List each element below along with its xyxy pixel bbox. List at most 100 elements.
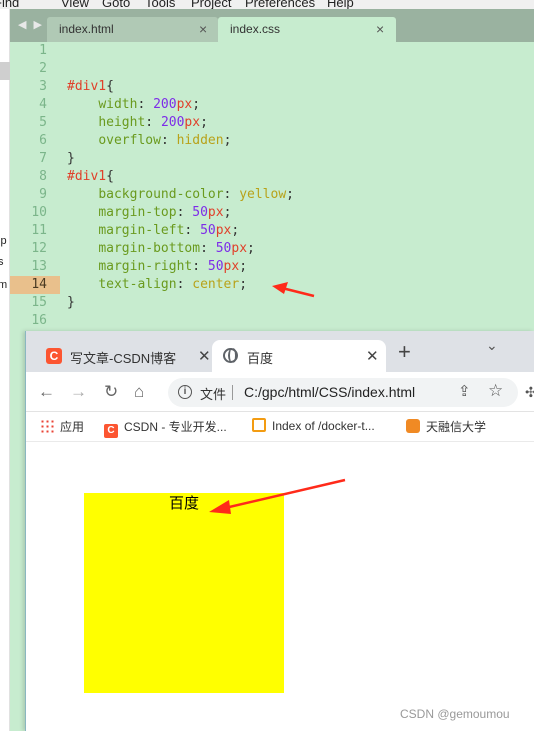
css-property: overflow xyxy=(98,133,161,148)
line-number: 8 xyxy=(39,169,47,184)
url-text[interactable]: C:/gpc/html/CSS/index.html xyxy=(244,384,415,400)
css-semicolon: ; xyxy=(239,277,248,292)
close-icon[interactable]: ✕ xyxy=(198,347,211,365)
menu-item-find[interactable]: Find xyxy=(0,0,19,9)
sidebar-fragment-m[interactable]: m xyxy=(0,279,7,291)
star-icon[interactable]: ☆ xyxy=(488,381,503,401)
css-semicolon: ; xyxy=(200,115,208,130)
bookmark-docker[interactable]: Index of /docker-t... xyxy=(252,418,375,433)
css-colon: : xyxy=(200,241,216,256)
css-semicolon: ; xyxy=(223,133,232,148)
css-colon: : xyxy=(192,259,208,274)
browser-tab-label: 写文章-CSDN博客 xyxy=(70,351,177,366)
tianrongxin-icon xyxy=(406,419,420,433)
css-property: background-color xyxy=(98,187,224,202)
code-line[interactable]: 4 width: 200px; xyxy=(10,96,534,114)
extensions-icon[interactable]: ✣ xyxy=(525,384,534,401)
css-property: text-align xyxy=(98,277,177,292)
line-number: 5 xyxy=(39,115,47,130)
menu-item-view[interactable]: View xyxy=(61,0,89,9)
code-line[interactable]: 5 height: 200px; xyxy=(10,114,534,132)
tab-index-css[interactable]: index.css × xyxy=(218,17,396,42)
scheme-label: 文件 xyxy=(200,387,227,402)
sidebar-highlight xyxy=(0,62,10,80)
css-semicolon: ; xyxy=(192,97,201,112)
bookmark-tianrongxin[interactable]: 天融信大学 xyxy=(406,418,486,435)
chevron-down-icon[interactable]: ⌄ xyxy=(486,337,498,354)
bookmark-csdn[interactable]: C CSDN - 专业开发... xyxy=(104,418,227,438)
code-text: text-align: center; xyxy=(67,276,247,294)
bookmark-label: 天融信大学 xyxy=(426,420,487,434)
css-unit: px xyxy=(207,205,224,220)
css-semicolon: ; xyxy=(247,241,255,256)
css-property: width xyxy=(98,97,138,112)
code-line[interactable]: 10 margin-top: 50px; xyxy=(10,204,534,222)
css-number: 200 xyxy=(153,97,177,112)
address-bar[interactable]: i 文件 C:/gpc/html/CSS/index.html ⇪ ☆ xyxy=(168,378,518,407)
code-line[interactable]: 13 margin-right: 50px; xyxy=(10,258,534,276)
menu-item-help[interactable]: Help xyxy=(327,0,354,9)
code-text: } xyxy=(67,294,75,312)
docker-icon xyxy=(252,418,266,432)
code-line[interactable]: 12 margin-bottom: 50px; xyxy=(10,240,534,258)
csdn-icon: C xyxy=(46,348,62,364)
code-line[interactable]: 7} xyxy=(10,150,534,168)
css-number: 50 xyxy=(215,241,232,256)
menu-item-goto[interactable]: Goto xyxy=(102,0,130,9)
watermark: CSDN @gemoumou xyxy=(400,707,510,721)
tab-nav-arrows[interactable]: ◀ ▶ xyxy=(18,18,44,31)
menu-item-project[interactable]: Project xyxy=(191,0,231,9)
code-text: width: 200px; xyxy=(67,96,200,114)
yellow-div: 百度 xyxy=(84,493,284,693)
css-colon: : xyxy=(145,115,161,130)
line-number: 3 xyxy=(39,79,47,94)
css-property: margin-right xyxy=(98,259,193,274)
browser-tab-baidu[interactable]: 百度 ✕ xyxy=(212,340,386,372)
line-number: 11 xyxy=(31,223,47,238)
info-icon[interactable]: i xyxy=(178,385,192,399)
bookmarks-bar: 应用 C CSDN - 专业开发... Index of /docker-t...… xyxy=(26,412,534,442)
editor-tabbar: ◀ ▶ index.html × index.css × xyxy=(10,9,534,42)
globe-icon xyxy=(223,348,238,363)
forward-button[interactable]: → xyxy=(70,382,87,402)
close-icon[interactable]: × xyxy=(199,21,207,37)
css-selector: #div1 xyxy=(67,79,107,94)
menu-item-tools[interactable]: Tools xyxy=(145,0,175,9)
tab-label: index.css xyxy=(230,22,281,36)
line-number: 16 xyxy=(31,313,47,328)
css-selector: #div1 xyxy=(67,169,107,184)
code-line[interactable]: 2 xyxy=(10,60,534,78)
code-line[interactable]: 1 xyxy=(10,42,534,60)
bookmark-label: CSDN - 专业开发... xyxy=(124,420,227,434)
close-icon[interactable]: ✕ xyxy=(366,347,379,365)
sidebar-fragment-s[interactable]: s xyxy=(0,256,4,268)
css-property: margin-bottom xyxy=(98,241,201,256)
share-icon[interactable]: ⇪ xyxy=(458,382,471,400)
line-number: 13 xyxy=(31,259,47,274)
code-line[interactable]: 11 margin-left: 50px; xyxy=(10,222,534,240)
close-icon[interactable]: × xyxy=(376,21,384,37)
code-line[interactable]: 3 #div1{ xyxy=(10,78,534,96)
css-number: 50 xyxy=(200,223,216,238)
css-brace: { xyxy=(106,79,114,94)
browser-tab-csdn[interactable]: C 写文章-CSDN博客 ✕ xyxy=(36,340,214,372)
css-keyword: hidden xyxy=(176,133,224,148)
new-tab-button[interactable]: + xyxy=(398,341,411,363)
browser-tab-label: 百度 xyxy=(247,351,274,366)
reload-button[interactable]: ↻ xyxy=(104,382,118,402)
code-line[interactable]: 16 xyxy=(10,312,534,330)
code-line[interactable]: 6 overflow: hidden; xyxy=(10,132,534,150)
css-colon: : xyxy=(160,133,177,148)
code-text: height: 200px; xyxy=(67,114,208,132)
bookmark-apps[interactable]: 应用 xyxy=(40,418,84,435)
menu-item-preferences[interactable]: Preferences xyxy=(245,0,315,9)
tab-index-html[interactable]: index.html × xyxy=(47,17,218,42)
code-line[interactable]: 8 #div1{ xyxy=(10,168,534,186)
sidebar-fragment-jp[interactable]: jp xyxy=(0,235,7,247)
code-line[interactable]: 9 background-color: yellow; xyxy=(10,186,534,204)
back-button[interactable]: ← xyxy=(38,382,55,402)
home-button[interactable]: ⌂ xyxy=(134,382,144,402)
